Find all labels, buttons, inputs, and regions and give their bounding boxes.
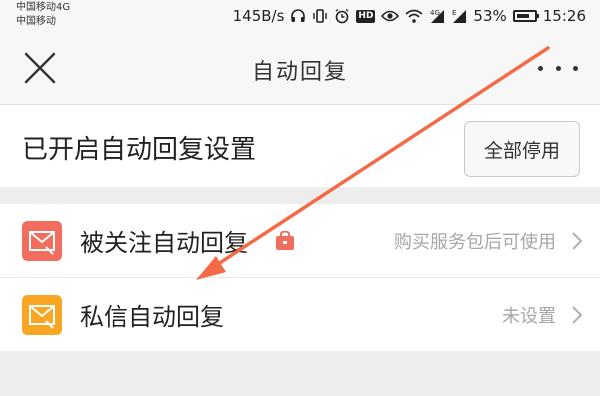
list-item-message-reply[interactable]: 私信自动回复 未设置: [0, 277, 600, 351]
more-options-icon[interactable]: [538, 60, 578, 76]
follow-reply-status: 购买服务包后可使用: [394, 231, 556, 253]
message-reply-label: 私信自动回复: [80, 303, 224, 331]
chevron-right-icon: [572, 231, 583, 250]
battery-percent: 53%: [473, 7, 507, 25]
follow-reply-label: 被关注自动回复: [80, 229, 248, 257]
auto-reply-settings-row: 已开启自动回复设置 全部停用: [0, 105, 600, 187]
shopping-bag-icon: [276, 230, 294, 250]
eye-icon: [381, 10, 400, 22]
signal-4g-icon: 4G: [430, 9, 445, 23]
follow-reply-mail-icon: [22, 220, 62, 261]
status-indicators: 145B/s HD 4G E 53% 15:26: [233, 0, 586, 32]
page-title: 自动回复: [251, 60, 348, 85]
wifi-icon: [405, 9, 424, 23]
hd-icon: HD: [356, 9, 376, 23]
chevron-right-icon: [572, 305, 583, 324]
message-reply-status: 未设置: [502, 305, 556, 327]
clock-time: 15:26: [542, 7, 586, 25]
navigation-bar: 自动回复: [0, 32, 600, 105]
message-reply-mail-icon: [22, 294, 62, 335]
auto-reply-list: 被关注自动回复 购买服务包后可使用 私信自动回复 未设置: [0, 204, 600, 351]
alarm-icon: [335, 8, 349, 24]
disable-all-button[interactable]: 全部停用: [464, 121, 580, 177]
carrier-name-secondary: 中国移动: [16, 16, 56, 27]
vibrate-icon: [313, 9, 328, 23]
svg-text:E: E: [452, 9, 456, 17]
carrier-name-primary: 中国移动4G: [16, 2, 71, 13]
svg-text:4G: 4G: [430, 9, 440, 17]
battery-icon: [512, 10, 539, 22]
status-bar: 中国移动4G 中国移动 145B/s HD 4G E 53% 15:26: [0, 0, 600, 32]
headphones-icon: [291, 9, 306, 22]
signal-e-icon: E: [452, 9, 467, 23]
auto-reply-status-label: 已开启自动回复设置: [22, 135, 257, 165]
network-speed: 145B/s: [232, 7, 285, 25]
list-item-follow-reply[interactable]: 被关注自动回复 购买服务包后可使用: [0, 204, 600, 277]
